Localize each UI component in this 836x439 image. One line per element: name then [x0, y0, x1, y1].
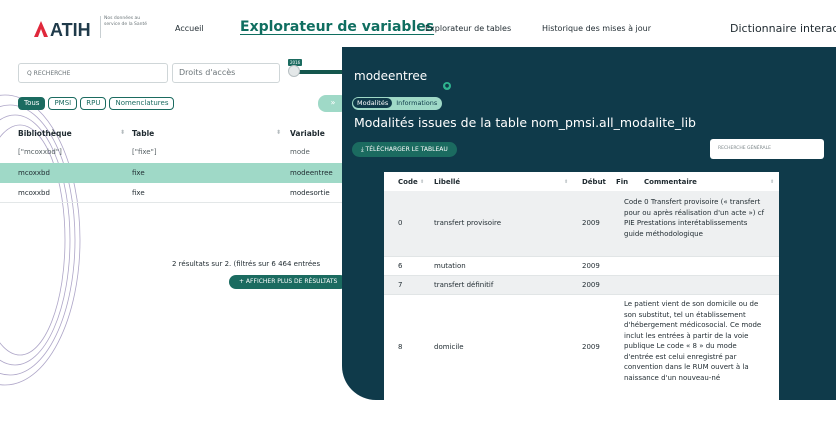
global-search-input[interactable]: RECHERCHE GÉNÉRALE: [710, 139, 824, 159]
cell-code: 6: [398, 262, 403, 270]
filter-bibliotheque[interactable]: ["mcoxxbd"]: [18, 148, 62, 156]
cell-commentaire: Code 0 Transfert provisoire (« transfert…: [624, 198, 765, 238]
cell-table: fixe: [132, 189, 145, 197]
show-more-button[interactable]: + AFFICHER PLUS DE RÉSULTATS: [229, 275, 348, 289]
tab-modalites[interactable]: Modalités: [353, 98, 393, 108]
variables-table: Bibliothèque ⬍ Table ⬍ Variable ["mcoxxb…: [0, 123, 345, 203]
table-row[interactable]: 7 transfert définitif 2009: [384, 276, 779, 295]
header-variable[interactable]: Variable: [290, 129, 325, 138]
logo-tagline: Nos données au service de la Santé: [100, 16, 150, 38]
filter-table[interactable]: ["fixe"]: [132, 148, 157, 156]
results-count: 2 résultats sur 2. (filtrés sur 6 464 en…: [172, 260, 321, 268]
cell-bibliotheque: mcoxxbd: [18, 169, 50, 177]
cell-debut: 2009: [582, 219, 600, 227]
chip-nomenclatures[interactable]: Nomenclatures: [109, 97, 175, 110]
table-row[interactable]: mcoxxbd fixe modesortie: [0, 183, 345, 203]
table-row[interactable]: mcoxxbd fixe modeentree: [0, 163, 345, 183]
variable-title: modeentree: [354, 69, 428, 83]
detail-tabs: Modalités Informations: [352, 97, 443, 110]
chip-pmsi[interactable]: PMSI: [48, 97, 78, 110]
header-table[interactable]: Table: [132, 129, 154, 138]
sort-icon[interactable]: ⬍: [770, 179, 774, 185]
cell-libelle: transfert provisoire: [434, 219, 502, 227]
cell-code: 0: [398, 219, 403, 227]
nav-explorateur-variables[interactable]: Explorateur de variables: [240, 19, 434, 35]
nav-explorateur-tables[interactable]: Explorateur de tables: [425, 24, 511, 33]
cell-code: 8: [398, 343, 403, 351]
sort-icon[interactable]: ⬍: [120, 129, 125, 136]
filter-variable[interactable]: mode: [290, 148, 310, 156]
table-row[interactable]: 6 mutation 2009: [384, 257, 779, 276]
cell-table: fixe: [132, 169, 145, 177]
chip-rpu[interactable]: RPU: [80, 97, 107, 110]
app-page: ATIH Nos données au service de la Santé …: [0, 0, 836, 439]
atih-logo[interactable]: ATIH: [32, 17, 96, 39]
year-slider-handle[interactable]: [288, 65, 300, 77]
table-filter-row: ["mcoxxbd"] ["fixe"] mode: [0, 143, 345, 163]
nav-dictionnaire[interactable]: Dictionnaire interactif: [730, 22, 836, 35]
top-navigation: ATIH Nos données au service de la Santé …: [0, 0, 836, 50]
cell-libelle: mutation: [434, 262, 466, 270]
header-bibliotheque[interactable]: Bibliothèque: [18, 129, 72, 138]
sort-icon[interactable]: ⬍: [564, 179, 568, 185]
col-debut[interactable]: Début: [582, 178, 606, 186]
chip-tous[interactable]: Tous: [18, 97, 46, 110]
table-row[interactable]: 0 transfert provisoire 2009 Code 0 Trans…: [384, 191, 779, 257]
cell-libelle: transfert définitif: [434, 281, 494, 289]
sort-icon[interactable]: ⬍: [276, 129, 281, 136]
nav-historique[interactable]: Historique des mises à jour: [542, 24, 651, 33]
logo-text: ATIH: [50, 20, 91, 39]
modalites-header: Code ⬍ Libellé ⬍ Début Fin Commentaire ⬍: [384, 172, 779, 191]
cell-code: 7: [398, 281, 403, 289]
col-commentaire[interactable]: Commentaire: [644, 178, 697, 186]
cell-debut: 2009: [582, 281, 600, 289]
cell-variable: modesortie: [290, 189, 330, 197]
section-title: Modalités issues de la table nom_pmsi.al…: [354, 115, 696, 130]
cell-debut: 2009: [582, 262, 600, 270]
col-libelle[interactable]: Libellé: [434, 178, 460, 186]
col-fin[interactable]: Fin: [616, 178, 628, 186]
table-row[interactable]: 8 domicile 2009 Le patient vient de son …: [384, 295, 779, 400]
modalites-table: Code ⬍ Libellé ⬍ Début Fin Commentaire ⬍…: [384, 172, 779, 400]
search-icon: Q: [27, 70, 32, 77]
cell-libelle: domicile: [434, 343, 464, 351]
variables-panel: Q RECHERCHE Droits d'accès 2016 Tous PMSI…: [0, 50, 354, 439]
search-input[interactable]: Q RECHERCHE: [18, 63, 168, 83]
info-bubble-icon[interactable]: ●: [443, 82, 451, 90]
cell-bibliotheque: mcoxxbd: [18, 189, 50, 197]
access-rights-select[interactable]: Droits d'accès: [172, 63, 280, 83]
variable-detail-panel: modeentree ● Modalités Informations Modal…: [342, 47, 836, 400]
search-placeholder: RECHERCHE: [33, 70, 71, 77]
cell-debut: 2009: [582, 343, 600, 351]
col-code[interactable]: Code: [398, 178, 418, 186]
source-filter-chips: Tous PMSI RPU Nomenclatures: [18, 97, 177, 111]
nav-accueil[interactable]: Accueil: [175, 24, 204, 33]
cell-commentaire: Le patient vient de son domicile ou de s…: [624, 300, 762, 382]
table-header: Bibliothèque ⬍ Table ⬍ Variable: [0, 123, 345, 143]
sort-icon[interactable]: ⬍: [420, 179, 424, 185]
cell-variable: modeentree: [290, 169, 333, 177]
download-table-button[interactable]: ⤓ TÉLÉCHARGER LE TABLEAU: [352, 142, 457, 157]
tab-informations[interactable]: Informations: [392, 98, 441, 108]
